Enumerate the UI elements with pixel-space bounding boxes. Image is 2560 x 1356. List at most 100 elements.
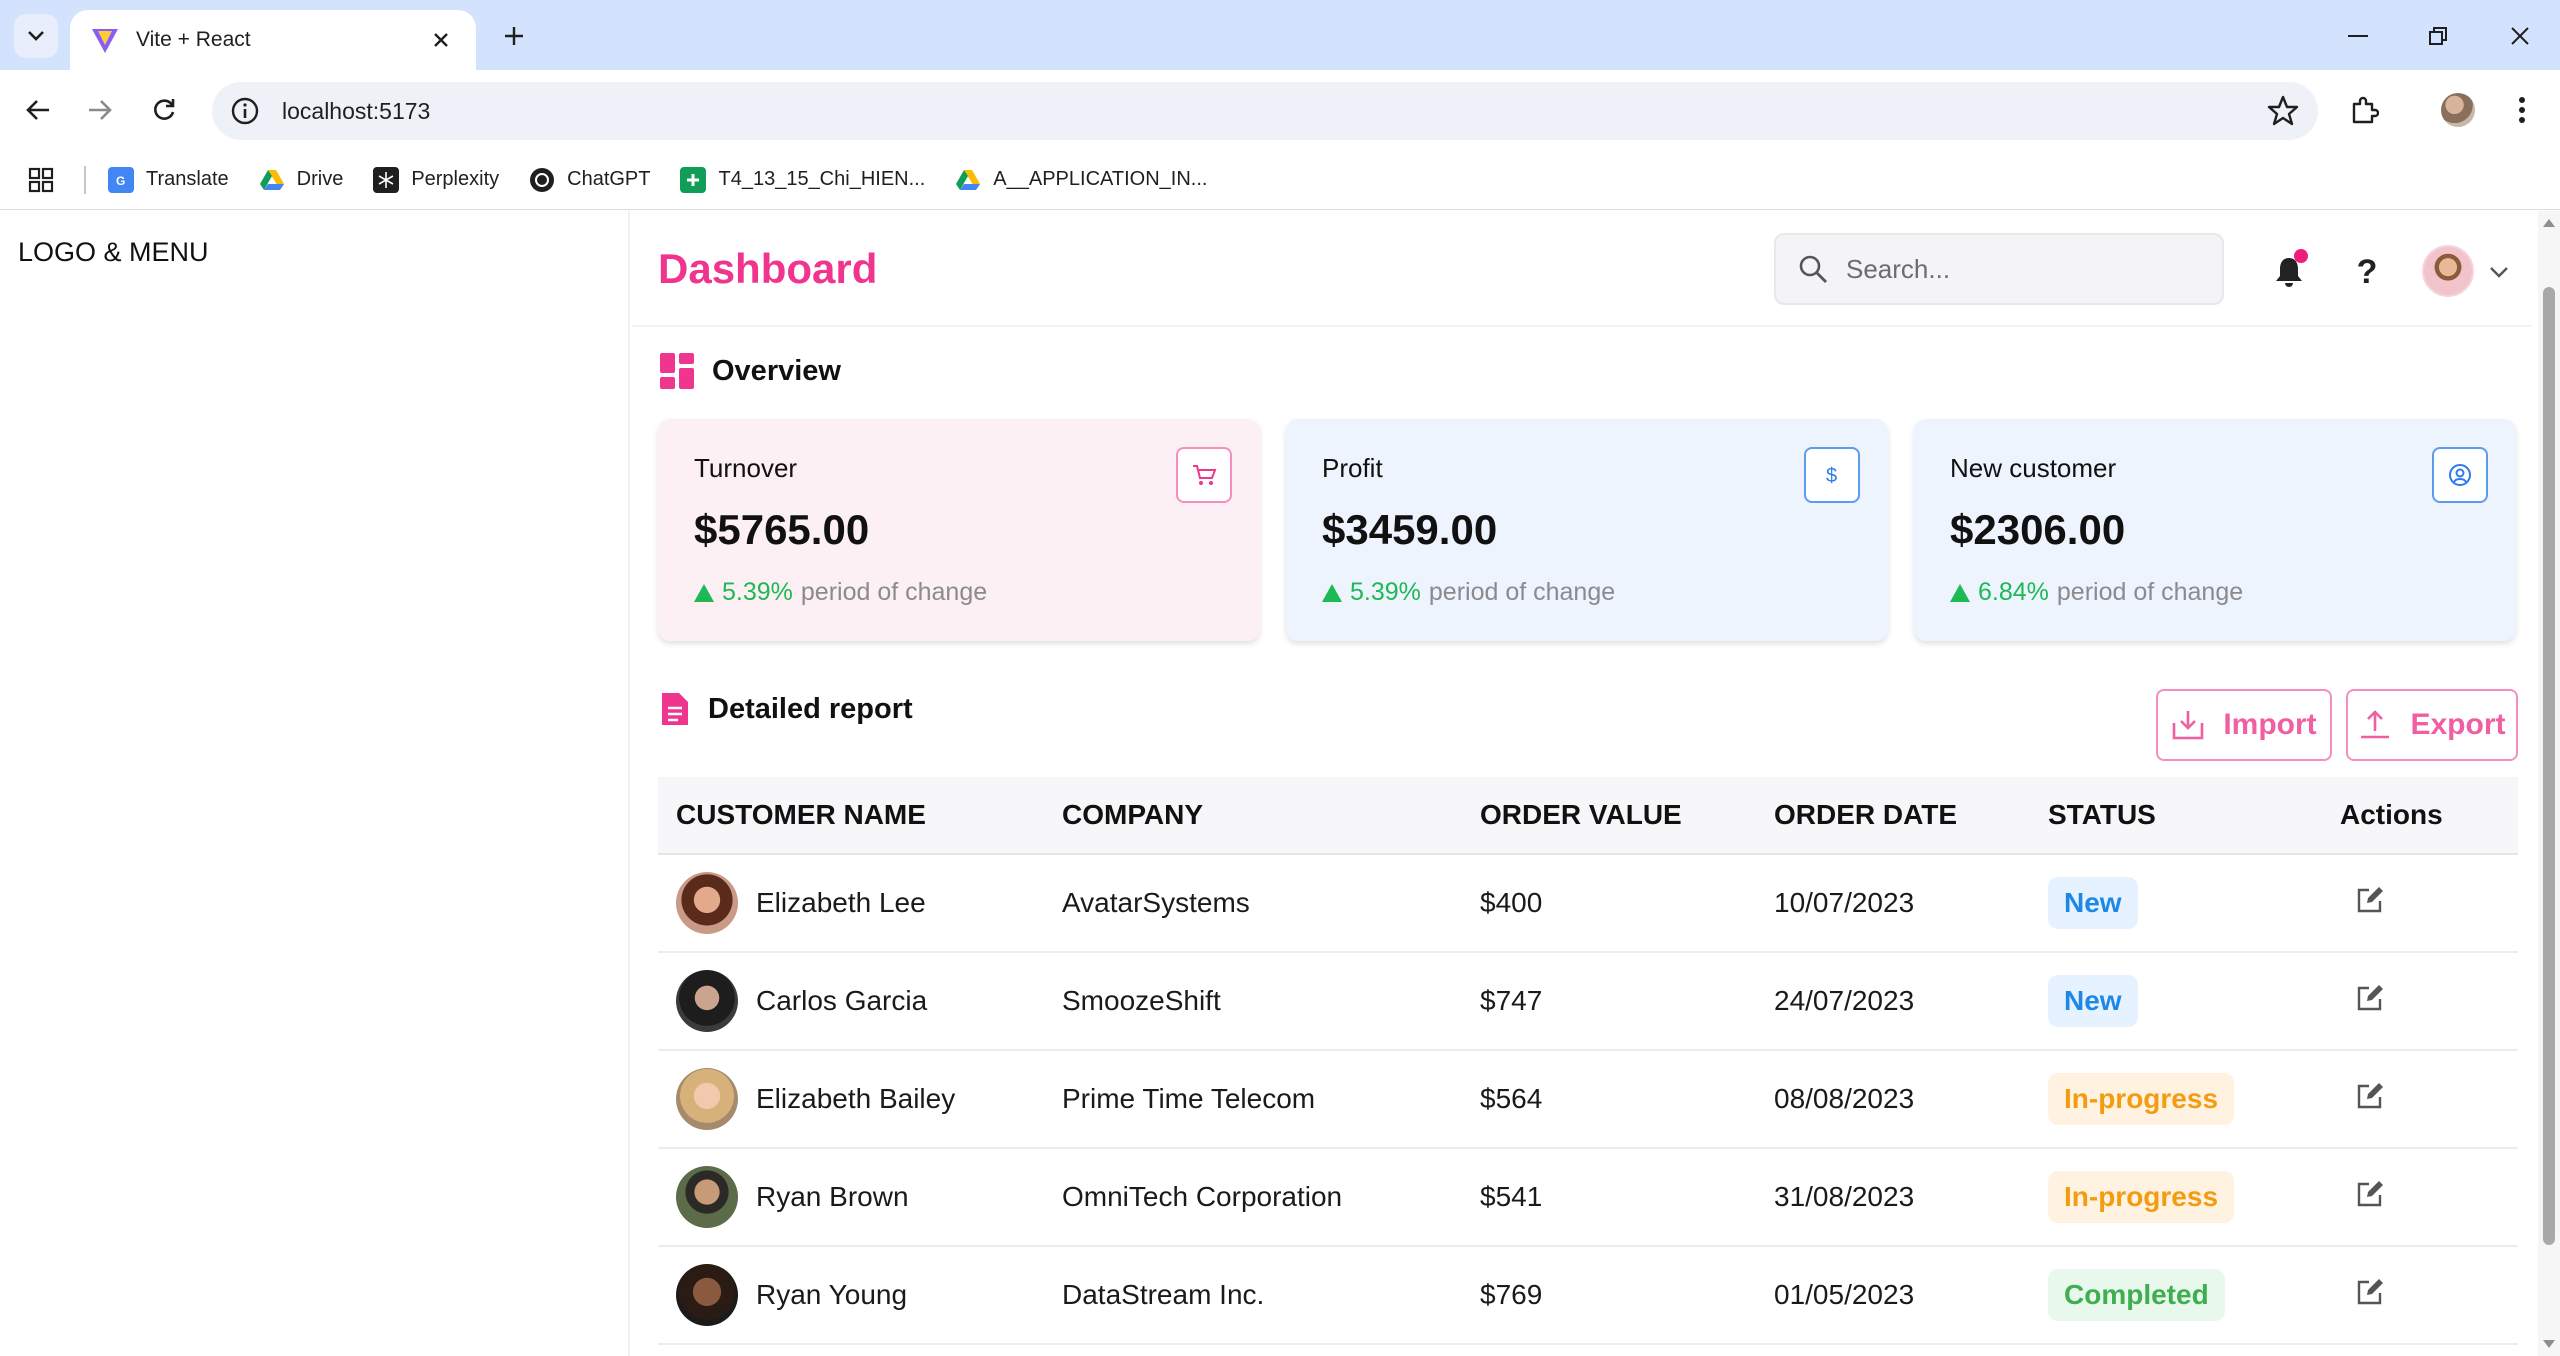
- notification-bell-icon[interactable]: [2264, 247, 2314, 297]
- avatar: [676, 1166, 738, 1228]
- svg-text:$: $: [1826, 465, 1837, 487]
- order-date-cell: 01/05/2023: [1774, 1279, 1915, 1310]
- address-bar[interactable]: localhost:5173: [212, 82, 2318, 140]
- google-translate-icon: G: [108, 166, 134, 193]
- bookmark-drive[interactable]: Drive: [259, 167, 343, 193]
- company-cell: DataStream Inc.: [1062, 1279, 1265, 1310]
- dollar-icon: $: [1804, 447, 1860, 503]
- user-circle-icon: [2432, 447, 2488, 503]
- delta-label: period of change: [2056, 578, 2244, 606]
- actions-cell: [2340, 1082, 2518, 1116]
- customer-name: Ryan Brown: [756, 1181, 909, 1212]
- edit-icon[interactable]: [2350, 978, 2390, 1018]
- dashboard-squares-icon: [660, 353, 694, 389]
- bookmark-chatgpt[interactable]: ChatGPT: [529, 167, 650, 193]
- edit-icon[interactable]: [2350, 1272, 2390, 1312]
- up-triangle-icon: [1322, 583, 1342, 602]
- table-row[interactable]: Elizabeth Bailey Prime Time Telecom $564…: [658, 1051, 2518, 1149]
- card-value: $2306.00: [1950, 506, 2126, 553]
- import-label: Import: [2223, 708, 2317, 741]
- overview-title: Overview: [712, 354, 841, 387]
- chatgpt-icon: [529, 167, 555, 193]
- tab-title: Vite + React: [136, 28, 251, 51]
- chevron-down-icon[interactable]: [2484, 257, 2514, 287]
- report-header: Detailed report: [660, 691, 913, 727]
- table-row[interactable]: Carlos Garcia SmoozeShift $747 24/07/202…: [658, 953, 2518, 1051]
- main-panel: Dashboard ?: [632, 211, 2532, 1356]
- restore-icon[interactable]: [2408, 14, 2468, 58]
- customer-name: Carlos Garcia: [756, 985, 928, 1016]
- kebab-menu-icon[interactable]: [2500, 88, 2544, 132]
- scrollbar-thumb[interactable]: [2543, 287, 2555, 1245]
- delta-percent: 6.84%: [1978, 578, 2049, 606]
- scroll-down-arrow-icon[interactable]: [2543, 1340, 2555, 1348]
- table-row[interactable]: Elizabeth Lee AvatarSystems $400 10/07/2…: [658, 855, 2518, 953]
- search-box[interactable]: [1774, 233, 2224, 305]
- edit-icon[interactable]: [2350, 880, 2390, 920]
- google-drive-icon: [259, 167, 285, 193]
- site-info-icon[interactable]: [230, 96, 260, 126]
- scroll-up-arrow-icon[interactable]: [2543, 219, 2555, 227]
- export-label: Export: [2410, 708, 2506, 741]
- reload-icon[interactable]: [142, 88, 186, 132]
- extensions-puzzle-icon[interactable]: [2342, 88, 2386, 132]
- company-cell: OmniTech Corporation: [1062, 1181, 1343, 1212]
- actions-cell: [2340, 1180, 2518, 1214]
- sidebar: LOGO & MENU: [0, 211, 630, 1356]
- customer-cell: Ryan Brown: [658, 1166, 1062, 1228]
- table-header: CUSTOMER NAME COMPANY ORDER VALUE ORDER …: [658, 777, 2518, 855]
- delta-percent: 5.39%: [722, 578, 793, 606]
- card-title: Turnover: [694, 453, 798, 483]
- company-cell: SmoozeShift: [1062, 985, 1221, 1016]
- close-window-icon[interactable]: [2490, 14, 2550, 58]
- table-row[interactable]: Ryan Young DataStream Inc. $769 01/05/20…: [658, 1247, 2518, 1345]
- export-button[interactable]: Export: [2346, 689, 2518, 761]
- order-date-cell: 24/07/2023: [1774, 985, 1915, 1016]
- turnover-card: Turnover $5765.00 5.39% period of change: [658, 419, 1260, 641]
- avatar: [676, 970, 738, 1032]
- card-delta: 5.39% period of change: [694, 578, 1224, 607]
- profile-avatar[interactable]: [2436, 88, 2480, 132]
- back-arrow-icon[interactable]: [16, 88, 60, 132]
- company-cell: Prime Time Telecom: [1062, 1083, 1316, 1114]
- bookmark-label: ChatGPT: [567, 168, 651, 190]
- svg-text:G: G: [116, 174, 125, 188]
- table-row[interactable]: Ryan Brown OmniTech Corporation $541 31/…: [658, 1149, 2518, 1247]
- report-title: Detailed report: [708, 692, 913, 725]
- bookmark-separator: [84, 165, 86, 194]
- orders-table: CUSTOMER NAME COMPANY ORDER VALUE ORDER …: [658, 777, 2518, 1345]
- browser-tab[interactable]: Vite + React: [70, 10, 476, 70]
- url-text: localhost:5173: [282, 97, 431, 124]
- column-header[interactable]: STATUS: [2048, 799, 2340, 831]
- import-button[interactable]: Import: [2156, 689, 2332, 761]
- delta-percent: 5.39%: [1350, 578, 1421, 606]
- minimize-icon[interactable]: [2328, 14, 2388, 58]
- new-tab-plus-icon[interactable]: [494, 16, 534, 56]
- edit-icon[interactable]: [2350, 1076, 2390, 1116]
- page-scrollbar[interactable]: [2538, 211, 2560, 1356]
- column-header[interactable]: COMPANY: [1062, 799, 1480, 831]
- user-avatar[interactable]: [2422, 245, 2474, 297]
- browser-tab-bar: Vite + React: [0, 0, 2560, 70]
- search-input[interactable]: [1846, 253, 2206, 285]
- edit-icon[interactable]: [2350, 1174, 2390, 1214]
- help-question-icon[interactable]: ?: [2342, 247, 2392, 297]
- bookmark-perplexity[interactable]: Perplexity: [373, 166, 499, 193]
- status-badge: Completed: [2048, 1269, 2225, 1321]
- column-header[interactable]: CUSTOMER NAME: [658, 799, 1062, 831]
- tab-close-icon[interactable]: [426, 25, 456, 55]
- tab-search-button[interactable]: [14, 14, 58, 58]
- up-triangle-icon: [694, 583, 714, 602]
- customer-cell: Elizabeth Lee: [658, 872, 1062, 934]
- bookmark-sheet[interactable]: T4_13_15_Chi_HIEN...: [680, 166, 925, 193]
- bookmark-application[interactable]: A__APPLICATION_IN...: [955, 167, 1207, 193]
- forward-arrow-icon[interactable]: [78, 88, 122, 132]
- overview-header: Overview: [660, 353, 841, 389]
- bookmark-star-icon[interactable]: [2266, 94, 2300, 128]
- bookmark-label: A__APPLICATION_IN...: [993, 168, 1208, 190]
- column-header[interactable]: ORDER VALUE: [1480, 799, 1774, 831]
- column-header[interactable]: ORDER DATE: [1774, 799, 2048, 831]
- header: Dashboard ?: [632, 211, 2532, 327]
- bookmark-translate[interactable]: G Translate: [108, 166, 229, 193]
- apps-grid-icon[interactable]: [28, 167, 54, 193]
